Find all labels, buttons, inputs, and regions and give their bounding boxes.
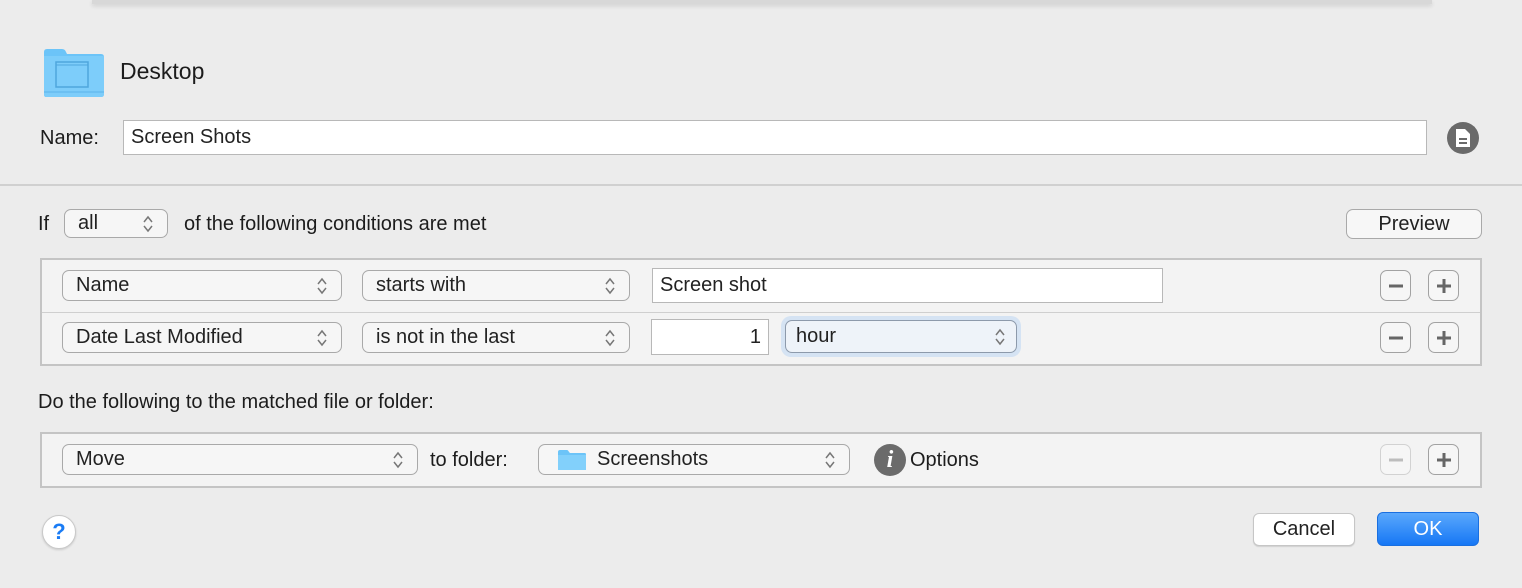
actions-heading: Do the following to the matched file or …	[38, 391, 434, 413]
up-down-arrows-icon	[825, 451, 835, 468]
options-label: Options	[910, 448, 979, 471]
up-down-arrows-icon	[317, 277, 327, 294]
plus-icon	[1436, 278, 1451, 293]
to-folder-label: to folder:	[430, 449, 508, 471]
add-condition-button[interactable]	[1428, 270, 1459, 301]
unit-focus-ring: hour	[781, 316, 1021, 357]
condition-attribute-value: Name	[76, 274, 130, 296]
up-down-arrows-icon	[143, 215, 153, 232]
help-button[interactable]: ?	[42, 515, 76, 549]
condition-operator-popup[interactable]: is not in the last	[362, 322, 630, 353]
minus-icon	[1388, 284, 1403, 287]
document-icon	[1456, 129, 1470, 147]
condition-value-input[interactable]: Screen shot	[652, 268, 1163, 303]
remove-condition-button[interactable]	[1380, 322, 1411, 353]
folder-title: Desktop	[120, 58, 205, 84]
if-label: If	[38, 213, 50, 235]
up-down-arrows-icon	[605, 277, 615, 294]
preview-button[interactable]: Preview	[1346, 209, 1482, 239]
add-condition-button[interactable]	[1428, 322, 1459, 353]
condition-operator-value: starts with	[376, 274, 467, 296]
match-mode-popup[interactable]: all	[64, 209, 168, 238]
minus-icon	[1388, 458, 1403, 461]
folder-icon	[42, 48, 105, 98]
amount-input[interactable]: 1	[651, 319, 769, 355]
name-label: Name:	[40, 127, 99, 149]
unit-popup[interactable]: hour	[785, 320, 1017, 353]
options-button[interactable]: i Options	[874, 444, 979, 476]
up-down-arrows-icon	[605, 329, 615, 346]
condition-attribute-popup[interactable]: Name	[62, 270, 342, 301]
row-divider	[42, 312, 1480, 313]
condition-operator-popup[interactable]: starts with	[362, 270, 630, 301]
condition-attribute-popup[interactable]: Date Last Modified	[62, 322, 342, 353]
plus-icon	[1436, 452, 1451, 467]
condition-attribute-value: Date Last Modified	[76, 326, 243, 348]
up-down-arrows-icon	[995, 328, 1005, 345]
window-edge	[92, 0, 1432, 4]
name-input[interactable]: Screen Shots	[123, 120, 1427, 155]
folder-icon	[558, 449, 586, 470]
ok-button[interactable]: OK	[1377, 512, 1479, 546]
minus-icon	[1388, 336, 1403, 339]
action-popup[interactable]: Move	[62, 444, 418, 475]
up-down-arrows-icon	[393, 451, 403, 468]
up-down-arrows-icon	[317, 329, 327, 346]
action-value: Move	[76, 448, 125, 470]
add-action-button[interactable]	[1428, 444, 1459, 475]
plus-icon	[1436, 330, 1451, 345]
remove-action-button[interactable]	[1380, 444, 1411, 475]
destination-value: Screenshots	[597, 448, 709, 470]
info-icon: i	[874, 444, 906, 476]
remove-condition-button[interactable]	[1380, 270, 1411, 301]
cancel-button[interactable]: Cancel	[1253, 513, 1355, 546]
document-button[interactable]	[1447, 122, 1479, 154]
conditions-text: of the following conditions are met	[184, 213, 487, 235]
section-divider	[0, 184, 1522, 186]
condition-operator-value: is not in the last	[376, 326, 515, 348]
destination-folder-popup[interactable]: Screenshots	[538, 444, 850, 475]
match-mode-value: all	[78, 212, 99, 234]
unit-value: hour	[796, 325, 837, 347]
